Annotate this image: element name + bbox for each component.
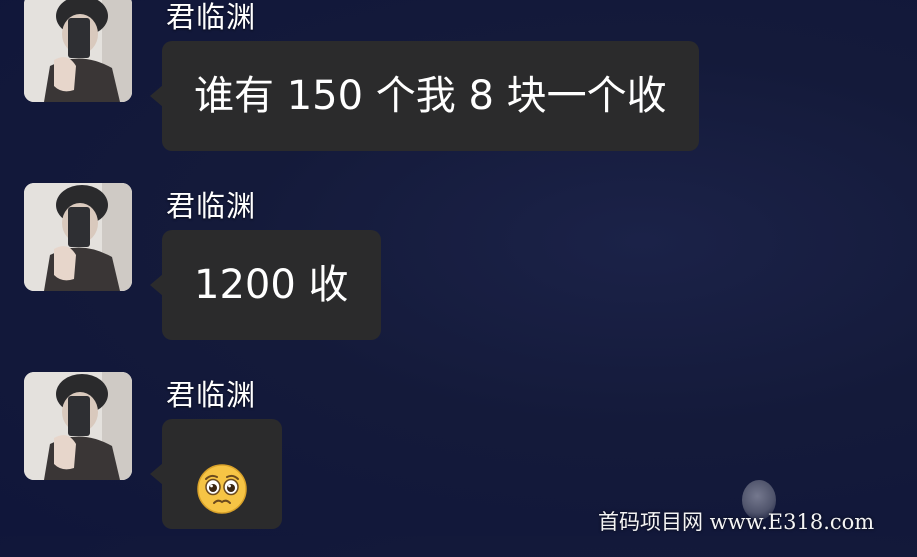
message-bubble[interactable] (150, 419, 282, 529)
avatar-photo-icon (24, 0, 132, 102)
avatar[interactable] (24, 0, 132, 102)
message-bubble[interactable]: 1200 收 (150, 230, 381, 340)
pleading-face-emoji-icon (196, 447, 248, 514)
watermark-text: 首码项目网 www.E318.com (598, 510, 875, 534)
sender-name: 君临渊 (166, 378, 257, 412)
avatar-photo-icon (24, 183, 132, 291)
avatar[interactable] (24, 183, 132, 291)
avatar[interactable] (24, 372, 132, 480)
avatar-photo-icon (24, 372, 132, 480)
sender-name: 君临渊 (166, 0, 257, 34)
chat-view: 君临渊 谁有 150 个我 8 块一个收 君临渊 1200 收 君临渊 (0, 0, 917, 536)
sender-name: 君临渊 (166, 189, 257, 223)
message-bubble[interactable]: 谁有 150 个我 8 块一个收 (150, 41, 699, 151)
